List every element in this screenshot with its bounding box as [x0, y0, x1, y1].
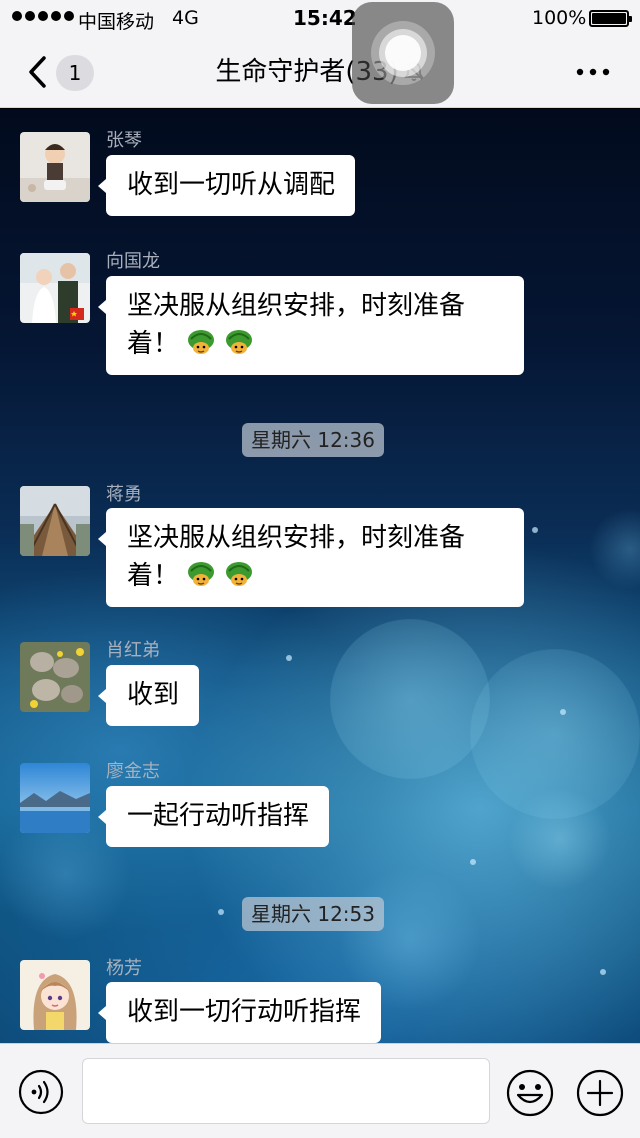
input-bar [0, 1043, 640, 1138]
wallpaper-sparkle [600, 969, 606, 975]
message-bubble[interactable]: 收到一切听从调配 [97, 155, 356, 216]
message-text-line: 着！ [127, 329, 180, 359]
carrier-label: 中国移动 [78, 11, 155, 33]
battery-icon [589, 10, 632, 27]
unread-count-badge[interactable]: 1 [56, 55, 94, 91]
signal-strength-icon [12, 11, 74, 21]
back-button[interactable] [20, 50, 60, 94]
message-text-line: 坚决服从组织安排，时刻准备 [127, 523, 466, 553]
more-button[interactable] [570, 58, 616, 86]
message-bubble[interactable]: 坚决服从组织安排，时刻准备 着！ [98, 276, 524, 375]
avatar[interactable] [20, 253, 90, 323]
message-text: 一起行动听指挥 [127, 801, 310, 831]
message-bubble[interactable]: 收到一切行动听指挥 [97, 982, 382, 1043]
message-text: 收到一切行动听指挥 [127, 997, 362, 1027]
wallpaper-bokeh [330, 619, 490, 779]
turtle-emoji-icon [226, 330, 253, 354]
turtle-emoji-icon [226, 562, 253, 586]
wallpaper-bokeh [590, 509, 640, 589]
sender-name: 肖红弟 [106, 640, 160, 661]
message-text-line-wrap: 着！ [127, 557, 504, 595]
turtle-emoji-icon [188, 562, 215, 586]
wallpaper-sparkle [532, 527, 538, 533]
sender-name: 廖金志 [106, 761, 160, 782]
message-bubble[interactable]: 坚决服从组织安排，时刻准备 着！ [98, 508, 524, 607]
turtle-emoji-icon [188, 330, 215, 354]
assistive-touch-button[interactable] [352, 2, 454, 104]
avatar[interactable] [20, 132, 90, 202]
sender-name: 蒋勇 [106, 484, 142, 505]
status-bar: 中国移动 4G 15:42 100% [0, 0, 640, 36]
timestamp-chip: 星期六 12:36 [242, 423, 384, 457]
smiley-icon[interactable] [506, 1069, 554, 1117]
avatar[interactable] [20, 960, 90, 1030]
wallpaper-sparkle [218, 909, 224, 915]
status-time: 15:42 [293, 6, 357, 30]
sender-name: 向国龙 [106, 251, 160, 272]
message-input[interactable] [82, 1058, 490, 1124]
voice-icon[interactable] [18, 1069, 64, 1115]
message-text: 收到一切听从调配 [127, 170, 336, 200]
wallpaper-sparkle [560, 709, 566, 715]
plus-icon[interactable] [576, 1069, 624, 1117]
message-text-line: 坚决服从组织安排，时刻准备 [127, 291, 466, 321]
wallpaper-bokeh [510, 789, 610, 889]
timestamp-chip: 星期六 12:53 [242, 897, 384, 931]
wallpaper-sparkle [470, 859, 476, 865]
nav-bar: 1 生命守护者(33) [0, 36, 640, 108]
sender-name: 杨芳 [106, 958, 142, 979]
avatar[interactable] [20, 486, 90, 556]
chevron-left-icon [29, 56, 46, 88]
message-text-line: 着！ [127, 561, 180, 591]
wallpaper-sparkle [286, 655, 292, 661]
more-dots-icon [576, 68, 610, 76]
network-type: 4G [172, 7, 199, 29]
message-text: 收到 [127, 680, 180, 710]
battery-percent: 100% [532, 7, 587, 29]
avatar[interactable] [20, 763, 90, 833]
message-bubble[interactable]: 一起行动听指挥 [97, 786, 330, 847]
message-text-line-wrap: 着！ [127, 325, 504, 363]
avatar[interactable] [20, 642, 90, 712]
sender-name: 张琴 [106, 130, 142, 151]
message-bubble[interactable]: 收到 [97, 665, 200, 726]
chat-message-list[interactable]: 张琴 收到一切听从调配 向国龙 坚决服从组织安排，时刻准备 着！ 星期六 12:… [0, 109, 640, 1043]
